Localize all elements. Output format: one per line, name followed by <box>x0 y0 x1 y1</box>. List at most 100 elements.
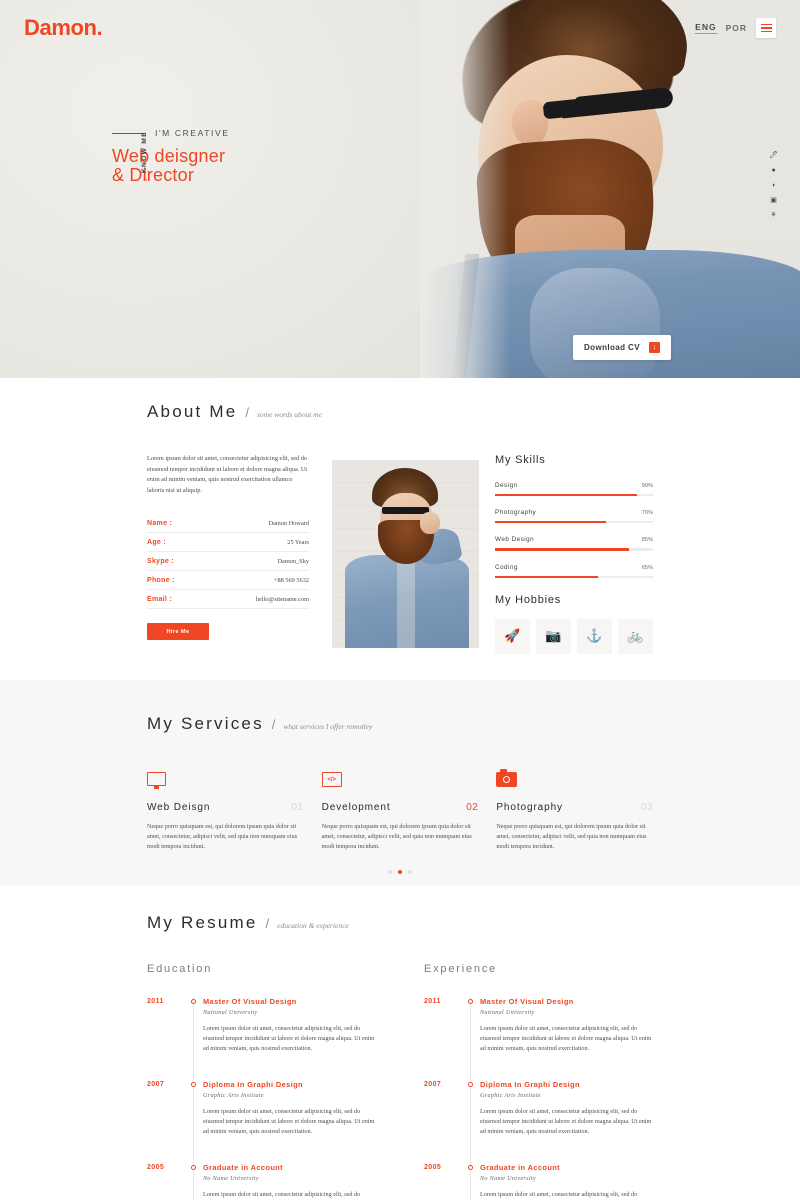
skill-name-coding: Coding <box>495 563 518 571</box>
info-label-email: Email : <box>147 596 173 603</box>
hero-eyebrow: I'M CREATIVE <box>112 128 230 138</box>
timeline-dot-icon <box>467 1082 473 1087</box>
resume-section: My Resume / education & experience Educa… <box>0 885 800 1200</box>
hero-title-line2: & Director <box>112 165 195 185</box>
download-cv-label: Download CV <box>584 343 640 352</box>
carousel-dot-3[interactable] <box>408 870 412 874</box>
lang-switch-por[interactable]: POR <box>726 23 747 33</box>
services-subtitle: what services I offer remotley <box>283 722 373 731</box>
timeline-dot-icon <box>190 999 196 1004</box>
service-desc-photography: Neque porro quisquam est, qui dolorem ip… <box>496 823 647 850</box>
timeline-dot-icon <box>467 1165 473 1170</box>
education-item-3: 2005 Graduate in Account No Name Univers… <box>147 1163 376 1200</box>
skill-item-photography: Photography 70% <box>495 509 653 524</box>
info-label-name: Name : <box>147 520 173 527</box>
experience-year-1: 2011 <box>424 998 441 1005</box>
social-icon-5[interactable]: ⚘ <box>770 212 776 219</box>
resume-slash: / <box>265 916 270 931</box>
hamburger-menu-icon[interactable] <box>756 18 776 38</box>
skill-item-coding: Coding 65% <box>495 564 653 578</box>
experience-item-desc-1: Lorem ipsum dolor sit amet, consectetur … <box>480 1025 652 1052</box>
skill-fill-photography <box>495 521 606 524</box>
social-icon-1[interactable]: 🖊 <box>769 152 778 159</box>
hero-background <box>0 0 440 378</box>
skill-bar-design <box>495 494 653 497</box>
info-value-phone: +88 569 5632 <box>273 577 309 584</box>
education-item-place-1: National University <box>203 1009 258 1016</box>
services-slash: / <box>271 717 276 732</box>
service-name-development: Development <box>321 802 391 813</box>
timeline-dot-icon <box>467 999 473 1004</box>
skill-pct-design: 90% <box>641 483 653 489</box>
monitor-icon <box>147 772 167 789</box>
carousel-dot-2[interactable] <box>398 870 402 874</box>
portfolio-page: Damon. ENG POR I'M CREATIVE Web deisgner… <box>0 0 800 1200</box>
service-card-photography[interactable]: Photography 03 Neque porro quisquam est,… <box>496 769 654 852</box>
service-number-photography: 03 <box>640 802 654 813</box>
camera-icon[interactable]: 📷 <box>536 618 571 654</box>
hero-eyebrow-text: I'M CREATIVE <box>155 128 230 138</box>
experience-item-1: 2011 Master Of Visual Design National Un… <box>424 997 653 1054</box>
education-item-desc-1: Lorem ipsum dolor sit amet, consectetur … <box>203 1025 375 1052</box>
about-paragraph: Lorem ipsum dolor sit amet, consectetur … <box>147 455 308 494</box>
experience-column: Experience 2011 Master Of Visual Design … <box>424 963 653 1200</box>
experience-item-3: 2005 Graduate in Account No Name Univers… <box>424 1163 653 1200</box>
bicycle-icon[interactable]: 🚲 <box>618 618 653 654</box>
education-year-1: 2011 <box>147 998 164 1005</box>
know-me-arrow-icon: ↓ <box>140 178 149 182</box>
info-label-age: Age : <box>147 539 166 546</box>
site-logo[interactable]: Damon. <box>24 15 103 41</box>
education-year-2: 2007 <box>147 1081 165 1088</box>
about-section: About Me / some words about me Lorem ips… <box>0 378 800 680</box>
skill-pct-web-design: 85% <box>641 537 653 544</box>
rocket-icon[interactable]: 🚀 <box>495 618 530 654</box>
experience-item-place-2: Graphic Arts Institute <box>480 1092 541 1099</box>
education-item-place-3: No Name University <box>203 1175 259 1182</box>
skills-column: My Skills Design 90% Photography 70% Web… <box>495 454 653 654</box>
education-item-title-3: Graduate in Account <box>203 1163 284 1172</box>
service-number-web-design: 01 <box>291 802 304 813</box>
lang-switch-eng[interactable]: ENG <box>695 22 717 34</box>
timeline-dot-icon <box>190 1082 196 1087</box>
info-row-name: Name : Damon Howard <box>147 514 309 533</box>
skill-fill-web-design <box>495 548 630 551</box>
services-heading: My Services / what services I offer remo… <box>147 714 653 734</box>
skill-pct-photography: 70% <box>641 510 653 517</box>
social-icon-3[interactable]: ◗ <box>771 182 775 189</box>
services-title: My Services <box>147 714 264 733</box>
know-me-link[interactable]: ↓ KNOW ME <box>140 131 149 182</box>
hero-copy: I'M CREATIVE Web deisgner & Director <box>112 128 230 185</box>
experience-item-place-3: No Name University <box>480 1175 536 1182</box>
service-name-web-design: Web Deisgn <box>147 802 211 813</box>
experience-item-desc-2: Lorem ipsum dolor sit amet, consectetur … <box>480 1108 652 1135</box>
about-slash: / <box>245 405 249 420</box>
info-label-skype: Skype : <box>147 558 174 565</box>
anchor-icon[interactable]: ⚓ <box>577 618 612 654</box>
about-heading: About Me / some words about me <box>147 402 653 422</box>
info-row-skype: Skype : Damon_Sky <box>147 552 309 571</box>
carousel-dot-1[interactable] <box>388 870 392 874</box>
experience-item-title-1: Master Of Visual Design <box>480 997 574 1006</box>
social-icon-2[interactable]: ● <box>771 167 775 174</box>
experience-title: Experience <box>424 963 498 975</box>
service-number-development: 02 <box>466 802 479 813</box>
hire-me-button[interactable]: Hire Me <box>147 623 209 640</box>
about-subtitle: some words about me <box>257 410 322 419</box>
experience-item-desc-3: Lorem ipsum dolor sit amet, consectetur … <box>480 1191 638 1198</box>
education-item-desc-3: Lorem ipsum dolor sit amet, consectetur … <box>203 1191 361 1198</box>
skill-bar-coding <box>495 575 653 578</box>
service-card-web-design[interactable]: Web Deisgn 01 Neque porro quisquam est, … <box>147 772 304 852</box>
social-icon-4[interactable]: ▣ <box>770 197 777 204</box>
service-card-development[interactable]: </> Development 02 Neque porro quisquam … <box>321 772 479 852</box>
resume-subtitle: education & experience <box>277 921 349 930</box>
about-info-table: Name : Damon Howard Age : 25 Years Skype… <box>147 514 309 609</box>
skill-name-design: Design <box>495 482 518 489</box>
experience-item-title-3: Graduate in Account <box>480 1163 561 1172</box>
download-cv-button[interactable]: Download CV ↓ <box>573 335 671 360</box>
experience-item-2: 2007 Diploma In Graphi Design Graphic Ar… <box>424 1080 653 1137</box>
info-value-name: Damon Howard <box>268 520 309 527</box>
education-item-desc-2: Lorem ipsum dolor sit amet, consectetur … <box>203 1108 375 1135</box>
skill-pct-coding: 65% <box>641 564 653 571</box>
education-item-1: 2011 Master Of Visual Design National Un… <box>147 997 376 1054</box>
site-header: Damon. ENG POR <box>0 0 800 56</box>
